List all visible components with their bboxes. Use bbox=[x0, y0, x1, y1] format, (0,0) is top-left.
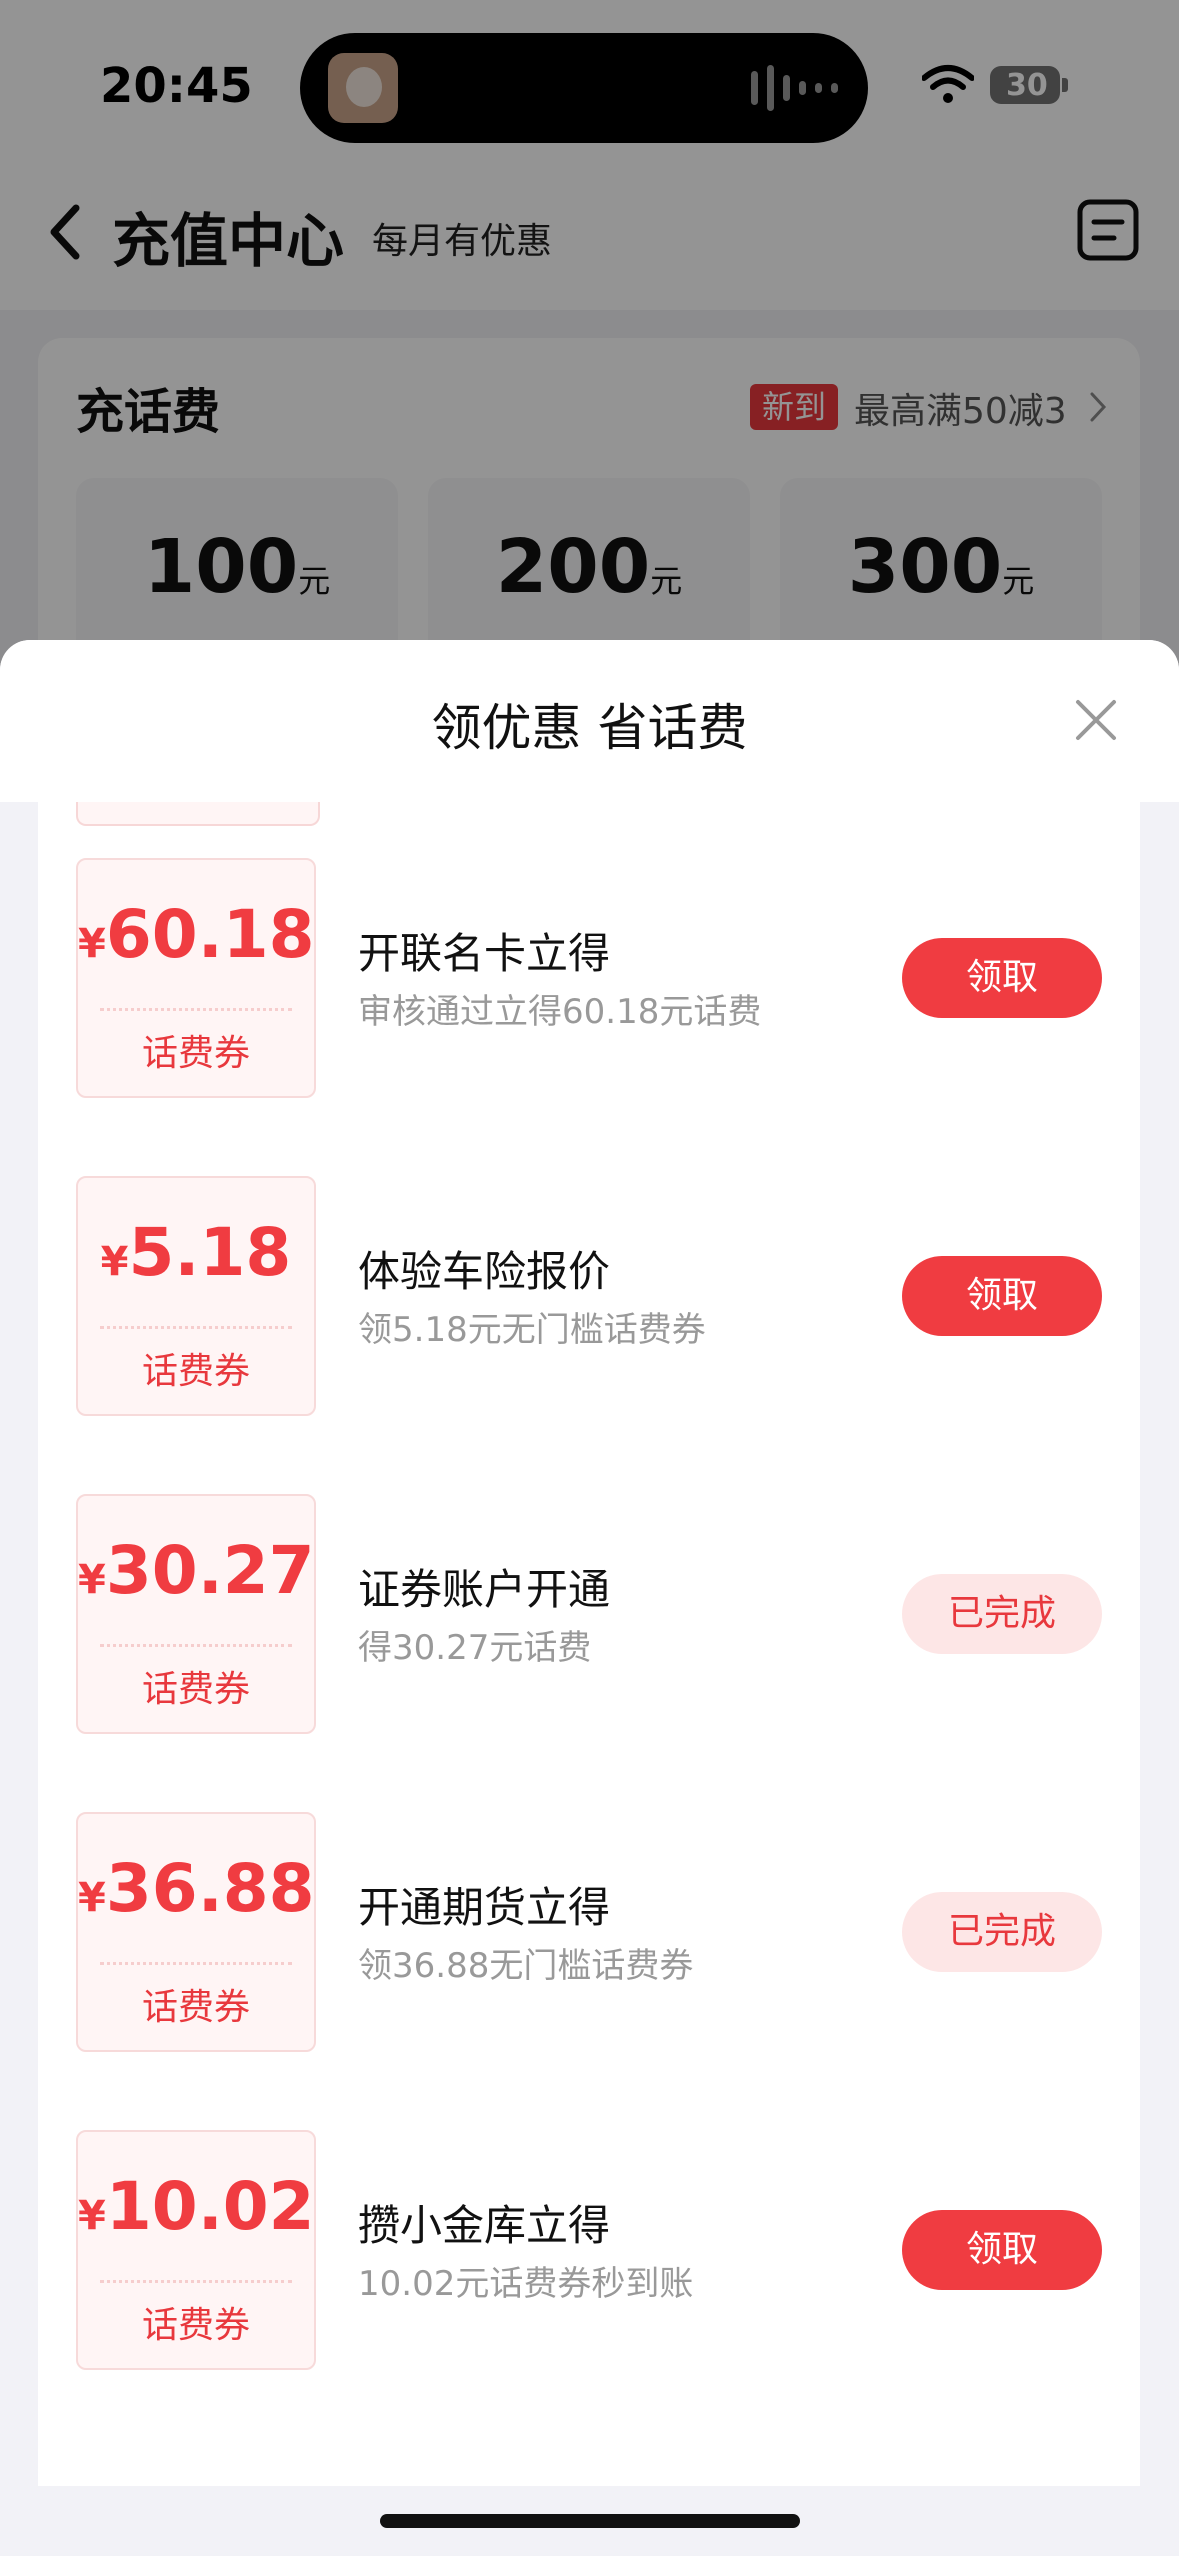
coupon-ticket: ¥5.18 话费券 bbox=[76, 1176, 316, 1416]
close-icon[interactable] bbox=[1072, 696, 1120, 744]
coupon-amount: 60.18 bbox=[105, 896, 315, 973]
coupon-ticket: ¥30.27 话费券 bbox=[76, 1494, 316, 1734]
coupon-label: 话费券 bbox=[141, 1033, 250, 1074]
currency-symbol: ¥ bbox=[78, 2193, 106, 2239]
offer-description: 审核通过立得60.18元话费 bbox=[358, 992, 762, 1032]
claim-button[interactable]: 领取 bbox=[902, 1256, 1102, 1336]
currency-symbol: ¥ bbox=[78, 921, 106, 967]
coupon-amount: 36.88 bbox=[105, 1850, 315, 1927]
coupon-amount: 30.27 bbox=[105, 1532, 315, 1609]
sheet-title: 领优惠 省话费 bbox=[431, 699, 748, 757]
coupon-partial bbox=[76, 802, 320, 826]
coupon-ticket: ¥60.18 话费券 bbox=[76, 858, 316, 1098]
coupon-label: 话费券 bbox=[141, 1669, 250, 1710]
offer-title: 开联名卡立得 bbox=[358, 929, 611, 978]
coupon-amount: 10.02 bbox=[105, 2168, 315, 2245]
coupon-ticket: ¥36.88 话费券 bbox=[76, 1812, 316, 2052]
list-item: ¥60.18 话费券 开联名卡立得 审核通过立得60.18元话费 领取 bbox=[38, 858, 1140, 1102]
completed-button[interactable]: 已完成 bbox=[902, 1574, 1102, 1654]
offers-sheet: 领优惠 省话费 ¥60.18 话费券 开联名卡立得 审核通过立得60.18元话费… bbox=[0, 640, 1179, 2556]
coupon-label: 话费券 bbox=[141, 1987, 250, 2028]
offer-title: 开通期货立得 bbox=[358, 1883, 611, 1932]
coupon-label: 话费券 bbox=[141, 1351, 250, 1392]
offer-description: 得30.27元话费 bbox=[358, 1628, 592, 1668]
sheet-header: 领优惠 省话费 bbox=[0, 640, 1179, 802]
coupon-ticket: ¥10.02 话费券 bbox=[76, 2130, 316, 2370]
offer-title: 体验车险报价 bbox=[358, 1247, 611, 1296]
offer-title: 攒小金库立得 bbox=[358, 2201, 611, 2250]
home-indicator[interactable] bbox=[380, 2514, 800, 2528]
completed-button[interactable]: 已完成 bbox=[902, 1892, 1102, 1972]
offer-title: 证券账户开通 bbox=[358, 1565, 611, 1614]
list-item: ¥10.02 话费券 攒小金库立得 10.02元话费券秒到账 领取 bbox=[38, 2130, 1140, 2374]
currency-symbol: ¥ bbox=[100, 1239, 129, 1285]
list-item: ¥30.27 话费券 证券账户开通 得30.27元话费 已完成 bbox=[38, 1494, 1140, 1738]
list-item: ¥5.18 话费券 体验车险报价 领5.18元无门槛话费券 领取 bbox=[38, 1176, 1140, 1420]
claim-button[interactable]: 领取 bbox=[902, 2210, 1102, 2290]
currency-symbol: ¥ bbox=[78, 1875, 106, 1921]
coupon-amount: 5.18 bbox=[128, 1214, 292, 1291]
coupon-label: 话费券 bbox=[141, 2305, 250, 2346]
claim-button[interactable]: 领取 bbox=[902, 938, 1102, 1018]
currency-symbol: ¥ bbox=[78, 1557, 106, 1603]
list-item: ¥36.88 话费券 开通期货立得 领36.88无门槛话费券 已完成 bbox=[38, 1812, 1140, 2056]
offer-description: 领5.18元无门槛话费券 bbox=[358, 1310, 706, 1350]
offer-description: 领36.88无门槛话费券 bbox=[358, 1946, 694, 1986]
offer-list[interactable]: ¥60.18 话费券 开联名卡立得 审核通过立得60.18元话费 领取 ¥5.1… bbox=[38, 802, 1140, 2486]
offer-description: 10.02元话费券秒到账 bbox=[358, 2264, 694, 2304]
